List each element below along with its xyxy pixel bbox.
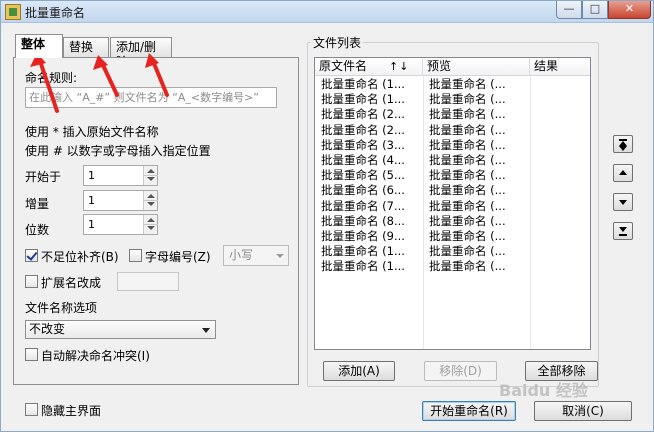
arrow-to-overall-tab <box>38 59 59 113</box>
baidu-watermark: Baidu 经验 <box>499 381 588 400</box>
arrow-to-replace-tab <box>100 61 119 97</box>
tab-overall[interactable]: 整体 <box>15 34 63 58</box>
annotation-arrows <box>30 53 169 113</box>
batch-rename-dialog: 批量重命名 — □ ✕ 整体 替换 添加/删除 命名规则: 在此输入 “A_#”… <box>0 0 654 432</box>
arrow-to-add-delete-tab <box>151 59 169 97</box>
